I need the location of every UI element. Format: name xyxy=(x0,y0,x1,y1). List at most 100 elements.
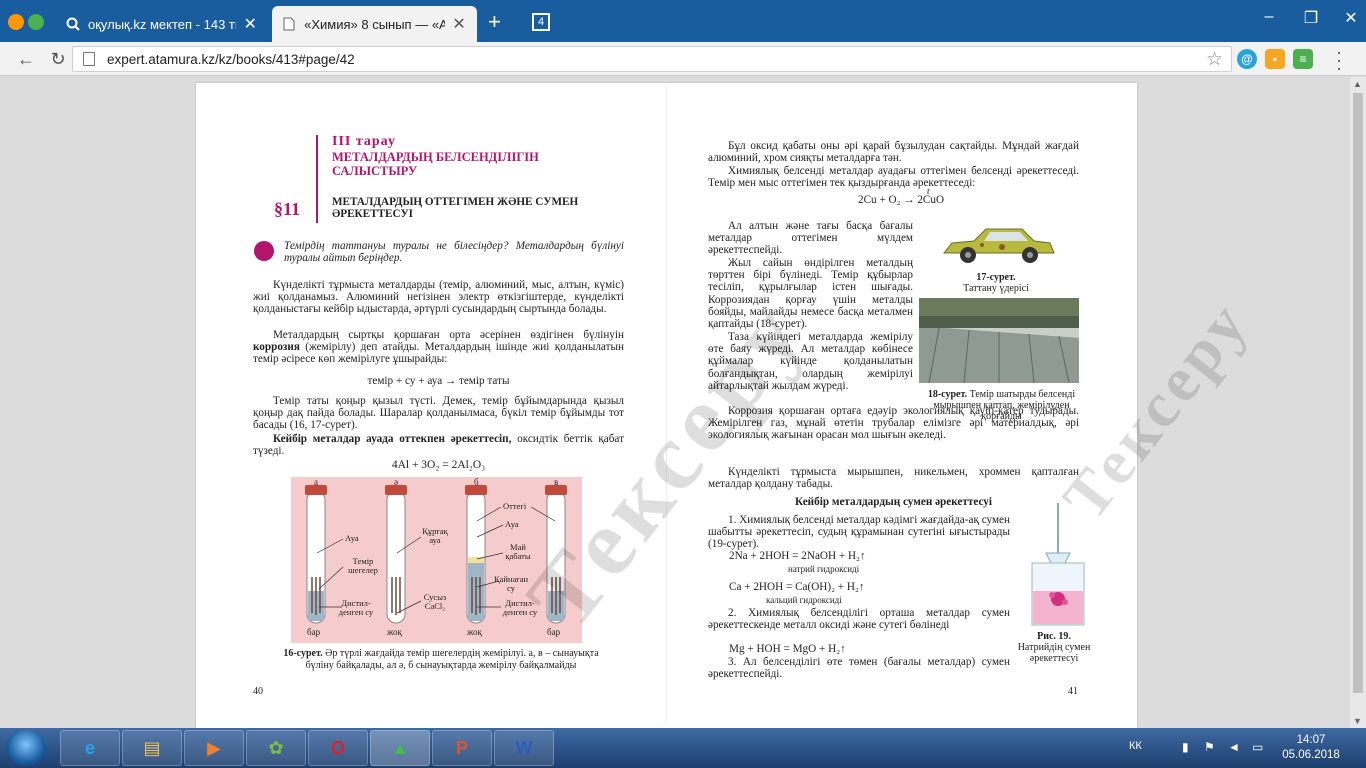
paragraph-oxide: Кейбір металдар ауада оттекпен әрекеттес… xyxy=(253,433,624,457)
tube-result: бар xyxy=(547,627,561,637)
section-title-cont: ӘРЕКЕТТЕСУІ xyxy=(332,208,414,220)
figure-18-caption: 18-сурет. Темір шатырды белсенді мырышпе… xyxy=(919,389,1084,422)
figure-18 xyxy=(919,298,1079,384)
whatsapp-icon[interactable] xyxy=(28,14,44,30)
chapter-title-cont: САЛЫСТЫРУ xyxy=(332,164,418,178)
tab-title: «Химия» 8 сынып — «Атамұ xyxy=(304,16,446,32)
equation-condition: t xyxy=(927,186,930,196)
equation-copper: 2Cu + O₂ → 2CuO xyxy=(858,194,945,206)
reaction-product-name: кальций гидроксиді xyxy=(766,595,842,605)
url-text[interactable]: expert.atamura.kz/kz/books/413#page/42 xyxy=(107,52,355,67)
list-extension-icon[interactable]: ≡ xyxy=(1293,49,1313,69)
vertical-scrollbar[interactable]: ▲ ▼ xyxy=(1349,77,1366,728)
scroll-down-icon[interactable]: ▼ xyxy=(1353,716,1362,726)
mail-ru-icon[interactable] xyxy=(8,14,24,30)
extension-shortcuts xyxy=(8,14,44,30)
figure-label: Дистил-денген су xyxy=(338,598,374,617)
mail-extension-icon[interactable]: @ xyxy=(1237,49,1257,69)
caption-text: Әр түрлі жағдайда темір шегелердің жемір… xyxy=(305,648,599,671)
volume-icon[interactable]: ◄ xyxy=(1228,740,1240,754)
reload-button[interactable]: ↻ xyxy=(46,48,70,70)
menu-icon[interactable]: · · · xyxy=(1333,43,1345,77)
close-icon[interactable]: ✕ xyxy=(451,14,467,34)
intro-question: Темірдің таттануы туралы не білесіңдер? … xyxy=(284,240,624,265)
clock[interactable]: 14:07 05.06.2018 xyxy=(1281,733,1341,763)
word-taskbar-icon[interactable]: W xyxy=(494,730,554,766)
chat-extension-icon[interactable]: ▪ xyxy=(1265,49,1285,69)
power-icon[interactable]: ▭ xyxy=(1252,740,1263,754)
tube-letter: а xyxy=(314,477,318,487)
language-indicator[interactable]: КК xyxy=(1129,740,1142,752)
chrome-taskbar-icon[interactable]: ▲ xyxy=(370,730,430,766)
tube-result: бар xyxy=(307,627,321,637)
list-item: 2. Химиялық белсенділігі орташа металдар… xyxy=(708,607,1010,632)
paragraph: Ал алтын және тағы басқа бағалы металдар… xyxy=(708,220,913,257)
term-corrosion: коррозия xyxy=(253,341,300,354)
reaction-sodium: 2Na + 2HOH = 2NaOH + H₂↑ xyxy=(729,550,866,562)
section-number: §11 xyxy=(274,199,301,219)
equation-aluminium: 4Al + 3O₂ = 2Al₂O₃ xyxy=(391,459,486,471)
page-info-icon[interactable] xyxy=(83,52,95,66)
address-bar[interactable]: expert.atamura.kz/kz/books/413#page/42 ☆ xyxy=(72,46,1232,72)
clock-time: 14:07 xyxy=(1296,734,1326,746)
close-window-button[interactable]: ✕ xyxy=(1336,8,1366,28)
reaction-product-name: натрий гидроксиді xyxy=(788,564,860,574)
figure-label: Ауа xyxy=(345,533,359,543)
list-item: 3. Ал белсенділігі өте төмен (бағалы мет… xyxy=(708,656,1010,681)
reaction-calcium: Ca + 2HOH = Ca(OH)₂ + H₂↑ xyxy=(729,581,865,593)
tube-letter: ә xyxy=(394,477,398,487)
explorer-taskbar-icon[interactable]: ▤ xyxy=(122,730,182,766)
chapter-title: МЕТАЛДАРДЫҢ БЕЛСЕНДІЛІГІН xyxy=(332,150,539,164)
paragraph: Күнделікті тұрмыста металдарды (темір, а… xyxy=(253,279,624,316)
figure-label: Оттегі xyxy=(503,501,527,511)
tab-title: оқулық.kz мектеп - 143 тыс. ре xyxy=(88,16,236,32)
text-run: Металдардың сыртқы қоршаған орта әсеріне… xyxy=(273,329,624,341)
notification-icon[interactable]: ⚑ xyxy=(1204,740,1215,754)
page-icon xyxy=(282,16,296,32)
ie-taskbar-icon[interactable]: e xyxy=(60,730,120,766)
start-button[interactable] xyxy=(6,730,46,766)
section-title: МЕТАЛДАРДЫҢ ОТТЕГІМЕН ЖӘНЕ СУМЕН xyxy=(332,196,579,208)
figure-16-caption: 16-сурет. Әр түрлі жағдайда темір шегеле… xyxy=(281,648,601,671)
figure-17 xyxy=(938,219,1058,269)
caption-label: 18-сурет. xyxy=(927,389,968,400)
text-run: (жемірілу) деп атайды. Металдардың ішінд… xyxy=(253,341,624,366)
close-icon[interactable]: ✕ xyxy=(242,14,258,34)
paragraph-corrosion: Металдардың сыртқы қоршаған орта әсеріне… xyxy=(253,329,624,366)
minimize-button[interactable]: – xyxy=(1254,8,1284,26)
tab-strip: оқулық.kz мектеп - 143 тыс. ре ✕ «Химия»… xyxy=(0,0,1366,42)
tube-result: жоқ xyxy=(467,627,482,637)
browser-toolbar: ← ↻ expert.atamura.kz/kz/books/413#page/… xyxy=(0,42,1366,77)
tab-count-badge[interactable]: 4 xyxy=(532,13,550,31)
equation-rust: темір + су + ауа → темір таты xyxy=(367,375,510,387)
back-button[interactable]: ← xyxy=(14,48,38,70)
bookmark-star-icon[interactable]: ☆ xyxy=(1206,48,1223,71)
reaction-magnesium: Mg + HOH = MgO + H₂↑ xyxy=(729,643,846,655)
network-icon[interactable]: ▮ xyxy=(1182,740,1189,754)
tab-khimiya[interactable]: «Химия» 8 сынып — «Атамұ ✕ xyxy=(272,6,477,42)
book-spread: III тарау МЕТАЛДАРДЫҢ БЕЛСЕНДІЛІГІН САЛЫ… xyxy=(196,83,1263,728)
list-item: 1. Химиялық белсенді металдар кәдімгі жа… xyxy=(708,514,1010,551)
figure-19 xyxy=(1026,503,1090,627)
media-player-taskbar-icon[interactable]: ▶ xyxy=(184,730,244,766)
tube-letter: в xyxy=(554,477,559,487)
clock-date: 05.06.2018 xyxy=(1282,749,1340,761)
figure-17-caption: 17-сурет. Таттану үдерісі xyxy=(926,272,1066,294)
paint-taskbar-icon[interactable]: ✿ xyxy=(246,730,306,766)
page-number: 41 xyxy=(1068,686,1078,697)
caption-label: 17-сурет. xyxy=(976,272,1016,283)
chapter-rule xyxy=(316,135,318,223)
tab-okulyk[interactable]: оқулық.kz мектеп - 143 тыс. ре ✕ xyxy=(56,6,268,42)
powerpoint-taskbar-icon[interactable]: P xyxy=(432,730,492,766)
scrollbar-thumb[interactable] xyxy=(1353,93,1363,693)
scroll-up-icon[interactable]: ▲ xyxy=(1353,79,1362,89)
new-tab-button[interactable]: + xyxy=(488,11,501,33)
opera-taskbar-icon[interactable]: O xyxy=(308,730,368,766)
figure-19-caption: Рис. 19. Натрийдің сумен әрекеттесуі xyxy=(1011,631,1097,664)
maximize-button[interactable]: ❐ xyxy=(1296,8,1326,28)
book-viewer: III тарау МЕТАЛДАРДЫҢ БЕЛСЕНДІЛІГІН САЛЫ… xyxy=(0,77,1366,728)
paragraph: Химиялық белсенді металдар ауадағы оттег… xyxy=(708,165,1079,190)
caption-text: Натрийдің сумен әрекеттесуі xyxy=(1017,642,1091,664)
zinc-roof-image xyxy=(919,298,1079,384)
figure-label: Құрғақ ауа xyxy=(422,526,448,545)
